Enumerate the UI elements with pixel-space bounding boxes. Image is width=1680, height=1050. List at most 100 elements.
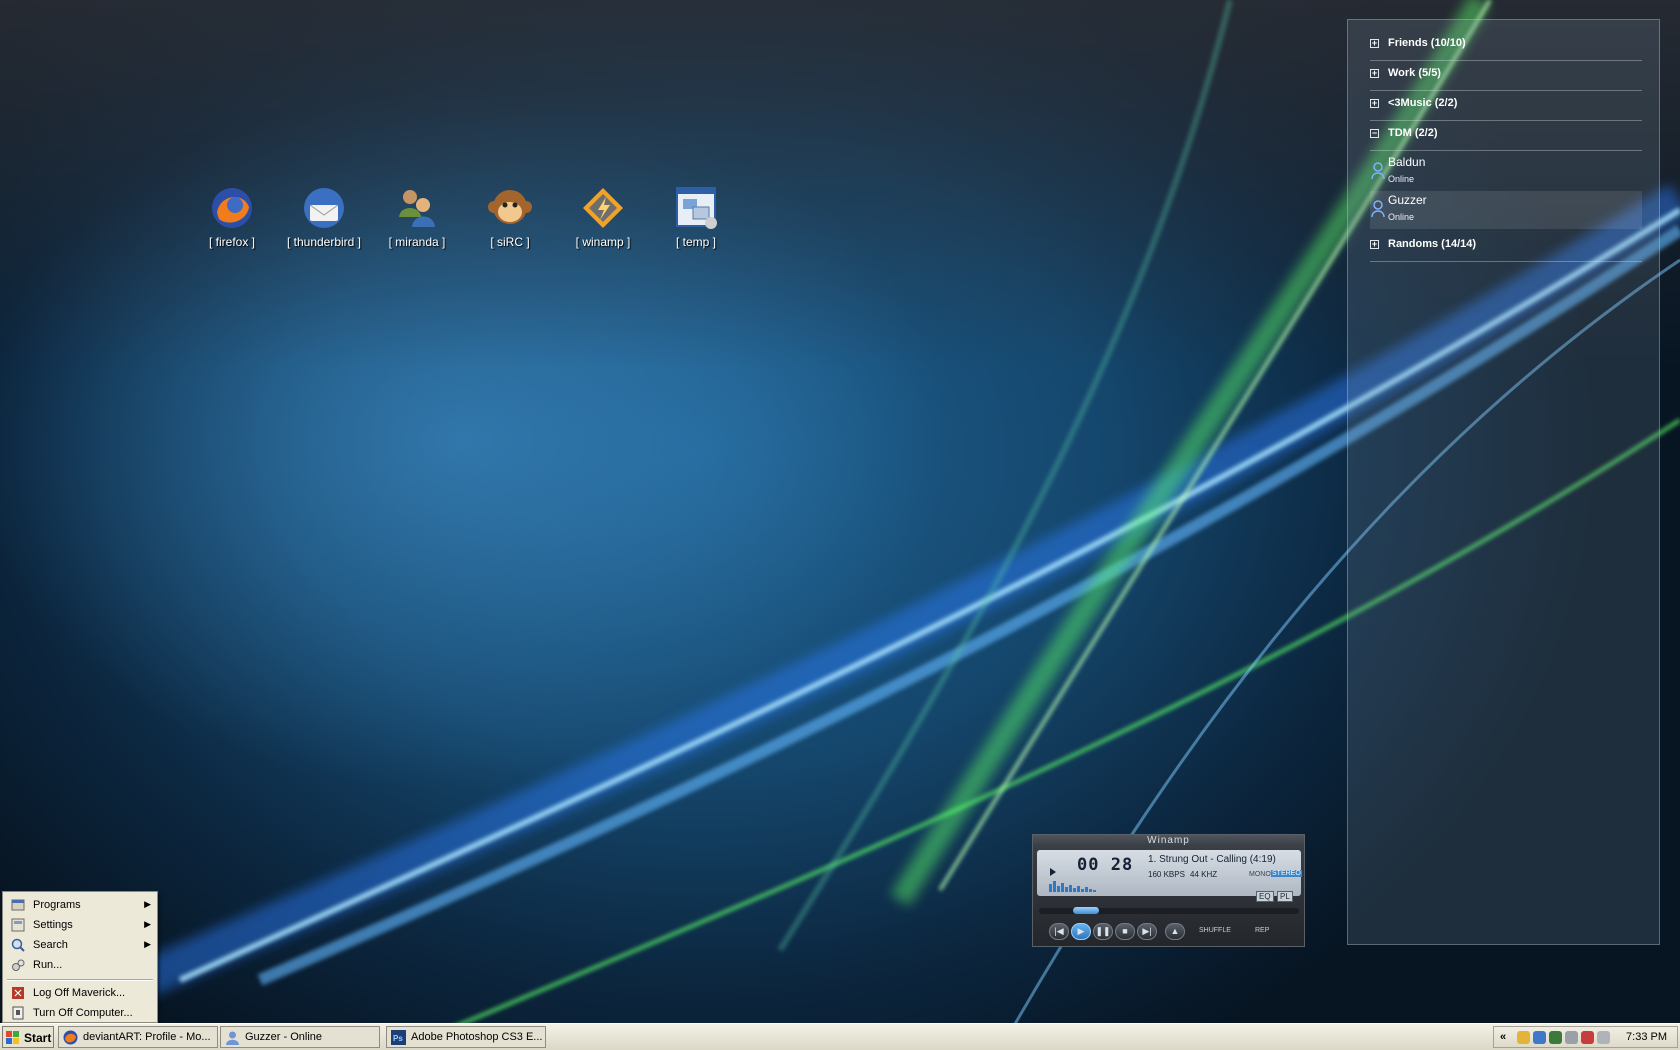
previous-button[interactable]: |◀ <box>1049 923 1069 940</box>
user-icon <box>1371 200 1385 218</box>
user-tray-icon[interactable] <box>1517 1031 1530 1044</box>
start-menu-log-off[interactable]: Log Off Maverick... <box>5 984 155 1003</box>
pause-button[interactable]: ❚❚ <box>1093 923 1113 940</box>
desktop-icon-miranda[interactable]: [ miranda ] <box>371 185 463 249</box>
menu-item-label: Search <box>33 939 68 951</box>
contact-status: Online <box>1388 212 1415 222</box>
stop-button[interactable]: ■ <box>1115 923 1135 940</box>
task-label: Adobe Photoshop CS3 E... <box>411 1031 543 1043</box>
winamp-player: Winamp 00 28 1. Strung Out - Calling (4:… <box>1032 834 1305 947</box>
desktop-icon-label: [ winamp ] <box>575 235 631 249</box>
desktop-icon-thunderbird[interactable]: [ thunderbird ] <box>278 185 370 249</box>
desktop-icon-label: [ miranda ] <box>388 235 446 249</box>
expand-icon[interactable]: + <box>1370 240 1379 249</box>
user-icon <box>1371 162 1385 180</box>
next-button[interactable]: ▶| <box>1137 923 1157 940</box>
desktop-icon-temp[interactable]: [ temp ] <box>650 185 742 249</box>
desktop-icon-label: [ firefox ] <box>208 235 255 249</box>
taskbar-item-photoshop[interactable]: Ps Adobe Photoshop CS3 E... <box>386 1026 546 1048</box>
playlist-toggle-button[interactable]: PL <box>1277 891 1293 902</box>
task-label: Guzzer - Online <box>245 1031 323 1043</box>
contact-guzzer[interactable]: Guzzer Online <box>1370 191 1642 229</box>
start-button[interactable]: Start <box>2 1026 54 1048</box>
show-hidden-icons-button[interactable]: « <box>1500 1031 1506 1043</box>
log-off-icon <box>12 987 24 999</box>
network-tray-icon[interactable] <box>1533 1031 1546 1044</box>
group-tdm[interactable]: − TDM (2/2) <box>1370 122 1642 151</box>
contact-baldun[interactable]: Baldun Online <box>1370 153 1642 191</box>
svg-text:Ps: Ps <box>393 1034 403 1043</box>
elapsed-time[interactable]: 00 28 <box>1077 855 1133 875</box>
submenu-arrow-icon: ▶ <box>144 919 151 929</box>
start-menu: Programs ▶ Settings ▶ Search ▶ Run... Lo… <box>2 891 158 1023</box>
contact-status: Online <box>1388 174 1415 184</box>
programs-icon <box>11 899 25 911</box>
winamp-title[interactable]: Winamp <box>1033 835 1304 847</box>
volume-tray-icon[interactable] <box>1565 1031 1578 1044</box>
submenu-arrow-icon: ▶ <box>144 939 151 949</box>
group-label: Friends (10/10) <box>1388 37 1466 49</box>
desktop-icon-label: [ thunderbird ] <box>286 235 362 249</box>
submenu-arrow-icon: ▶ <box>144 899 151 909</box>
winamp-display: 00 28 1. Strung Out - Calling (4:19) 160… <box>1037 850 1302 896</box>
desktop-icon-winamp[interactable]: [ winamp ] <box>557 185 649 249</box>
user-icon <box>226 1031 239 1045</box>
thunderbird-icon <box>301 185 347 231</box>
clock-tray-icon[interactable] <box>1597 1031 1610 1044</box>
task-label: deviantART: Profile - Mo... <box>83 1031 211 1043</box>
taskbar-item-firefox[interactable]: deviantART: Profile - Mo... <box>58 1026 218 1048</box>
track-title: 1. Strung Out - Calling (4:19) <box>1148 854 1276 865</box>
security-tray-icon[interactable] <box>1549 1031 1562 1044</box>
play-button[interactable]: ▶ <box>1071 923 1091 940</box>
menu-item-label: Turn Off Computer... <box>33 1007 133 1019</box>
group-friends[interactable]: + Friends (10/10) <box>1370 32 1642 61</box>
expand-icon[interactable]: + <box>1370 69 1379 78</box>
mono-indicator: MONO <box>1249 871 1271 878</box>
expand-icon[interactable]: + <box>1370 99 1379 108</box>
menu-item-label: Log Off Maverick... <box>33 987 126 999</box>
seek-handle[interactable] <box>1073 907 1099 914</box>
expand-icon[interactable]: + <box>1370 39 1379 48</box>
group-label: Work (5/5) <box>1388 67 1441 79</box>
search-icon <box>11 938 25 952</box>
taskbar-item-guzzer[interactable]: Guzzer - Online <box>220 1026 380 1048</box>
start-menu-search[interactable]: Search ▶ <box>5 936 155 955</box>
windows-logo-icon <box>6 1031 19 1044</box>
start-menu-run[interactable]: Run... <box>5 956 155 975</box>
spectrum-analyzer <box>1049 881 1096 892</box>
desktop-icon-label: [ siRC ] <box>490 235 530 249</box>
update-tray-icon[interactable] <box>1581 1031 1594 1044</box>
eq-toggle-button[interactable]: EQ <box>1256 891 1274 902</box>
desktop-icon-label: [ temp ] <box>675 235 716 249</box>
firefox-icon <box>209 185 255 231</box>
group-music[interactable]: + <3Music (2/2) <box>1370 92 1642 121</box>
desktop-icon-sirc[interactable]: [ siRC ] <box>464 185 556 249</box>
shuffle-toggle[interactable]: SHUFFLE <box>1199 927 1231 934</box>
group-randoms[interactable]: + Randoms (14/14) <box>1370 233 1642 262</box>
menu-divider <box>7 979 153 981</box>
monkey-icon <box>487 185 533 231</box>
start-menu-programs[interactable]: Programs ▶ <box>5 896 155 915</box>
contact-name: Baldun <box>1388 155 1426 169</box>
group-work[interactable]: + Work (5/5) <box>1370 62 1642 91</box>
eject-button[interactable]: ▲ <box>1165 923 1185 940</box>
taskbar-clock[interactable]: 7:33 PM <box>1626 1031 1667 1043</box>
group-label: TDM (2/2) <box>1388 127 1438 139</box>
play-indicator-icon <box>1050 868 1056 876</box>
start-menu-turn-off[interactable]: Turn Off Computer... <box>5 1004 155 1023</box>
start-menu-settings[interactable]: Settings ▶ <box>5 916 155 935</box>
menu-item-label: Programs <box>33 899 81 911</box>
bitrate: 160 KBPS <box>1148 870 1185 879</box>
firefox-icon <box>63 1030 78 1045</box>
menu-item-label: Settings <box>33 919 73 931</box>
repeat-toggle[interactable]: REP <box>1255 927 1269 934</box>
group-label: Randoms (14/14) <box>1388 238 1477 250</box>
winamp-icon <box>580 185 626 231</box>
start-label: Start <box>24 1031 52 1045</box>
desktop-icon-firefox[interactable]: [ firefox ] <box>186 185 278 249</box>
collapse-icon[interactable]: − <box>1370 129 1379 138</box>
settings-icon <box>11 918 25 932</box>
run-icon <box>12 959 25 971</box>
menu-item-label: Run... <box>33 959 63 971</box>
contact-list-panel: + Friends (10/10) + Work (5/5) + <3Music… <box>1347 19 1660 945</box>
